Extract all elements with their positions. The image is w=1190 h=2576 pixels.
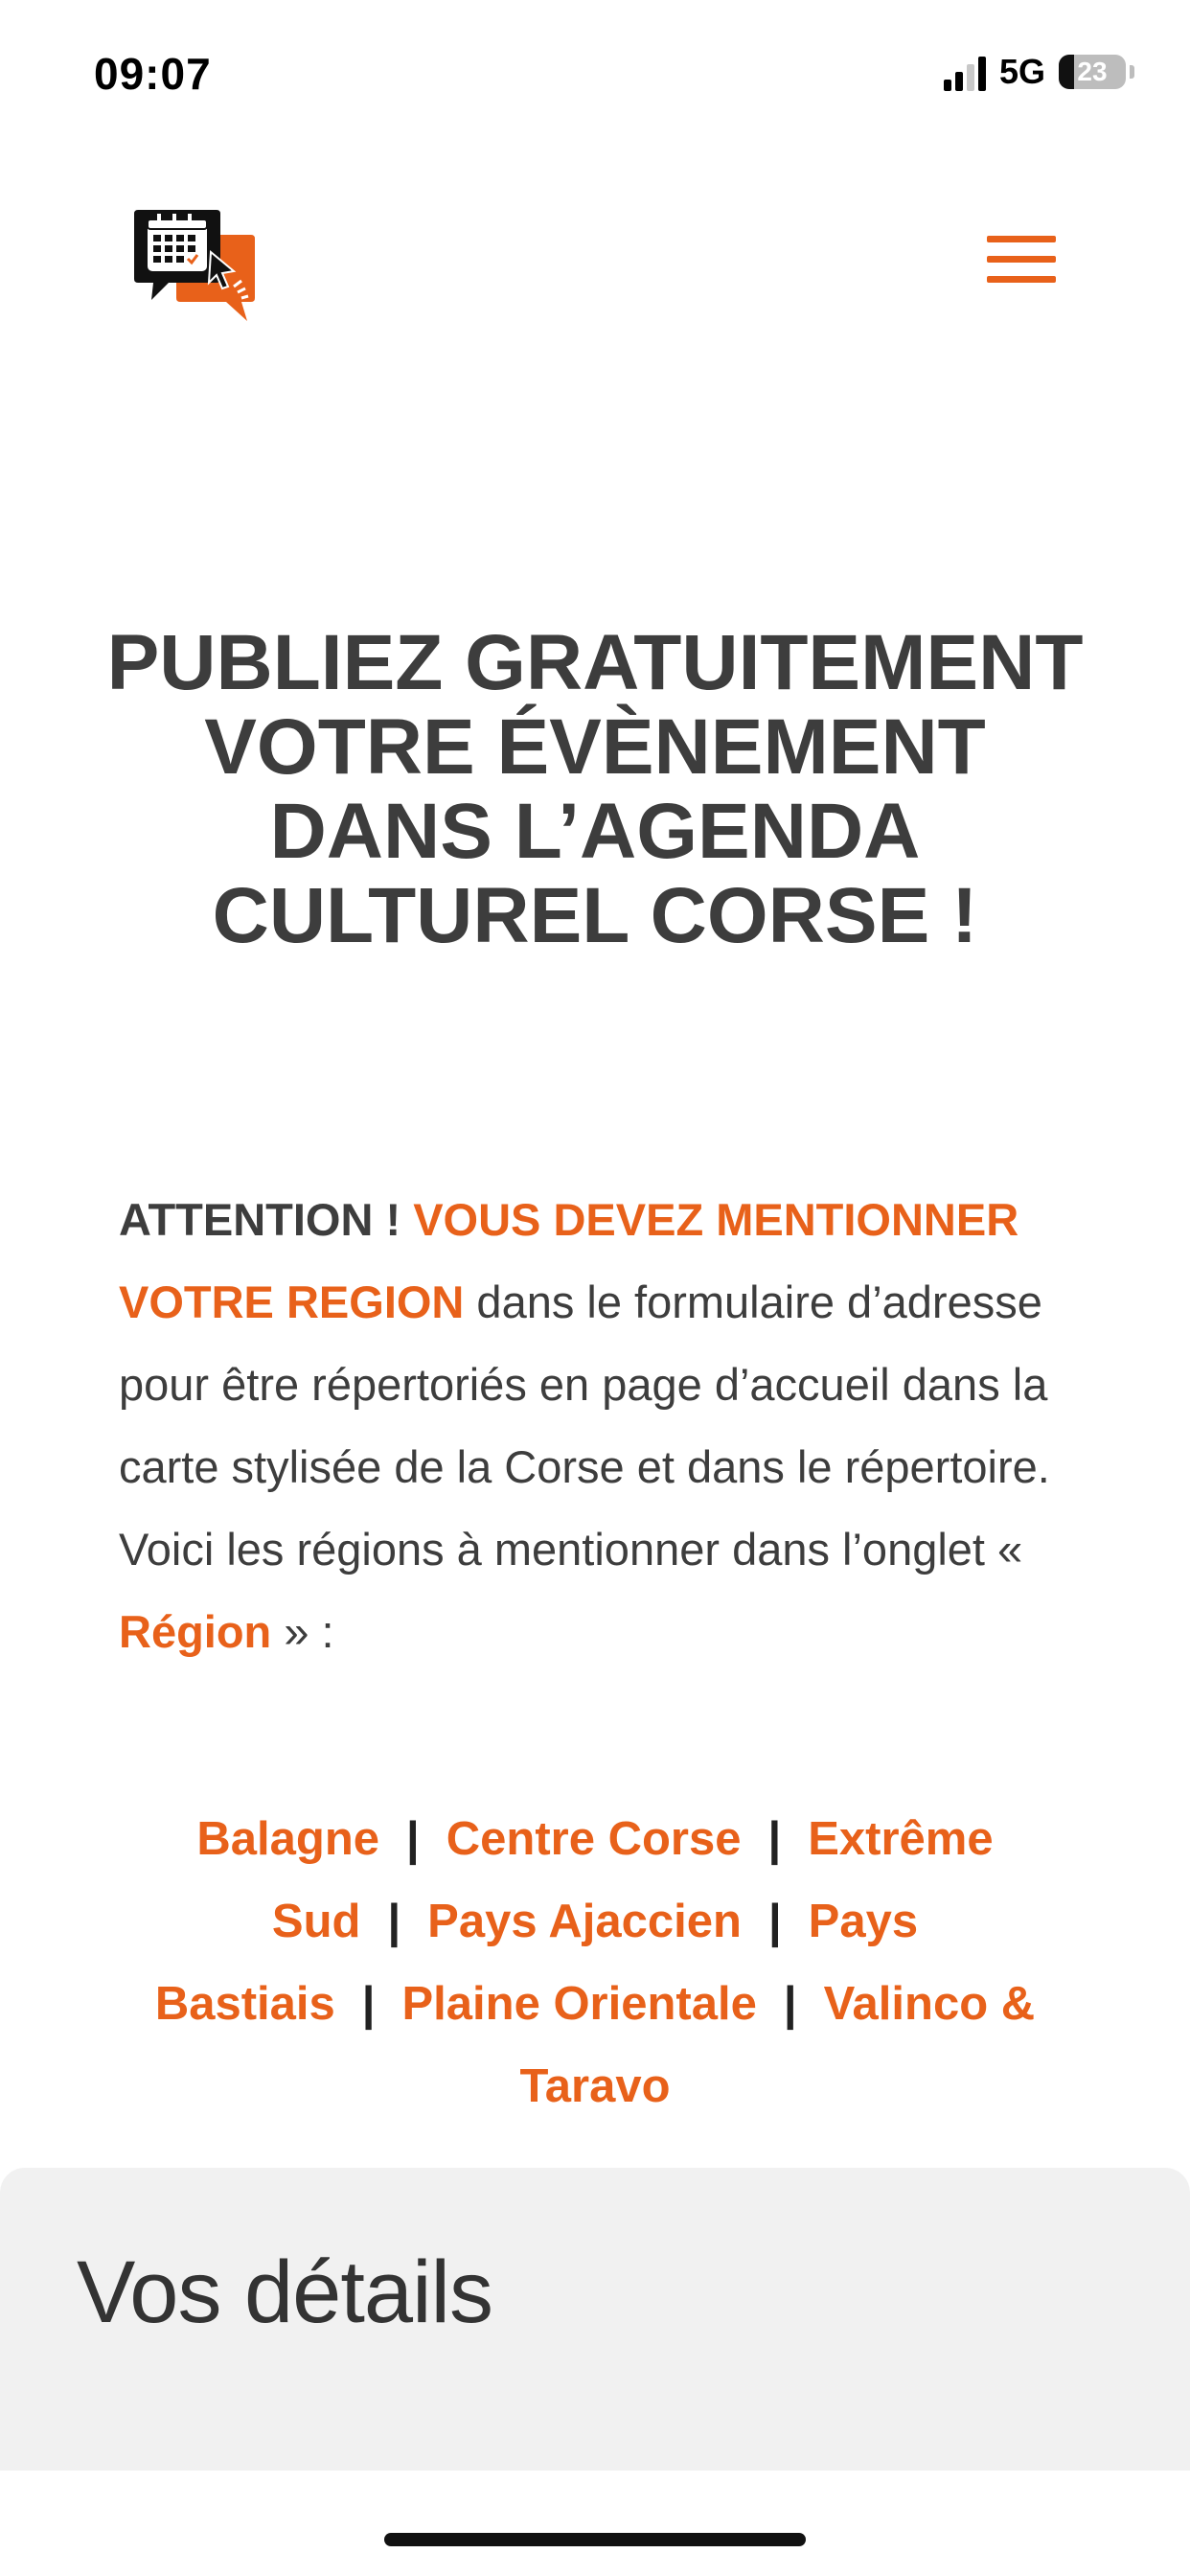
calendar-chat-logo-icon (134, 210, 255, 321)
region-list: Balagne | Centre Corse | Extrême Sud | Pays Aj… (119, 1798, 1071, 2128)
signal-strength-icon (943, 53, 986, 91)
separator: | (361, 1978, 376, 2030)
hamburger-menu-icon[interactable] (987, 236, 1056, 289)
battery-icon: 23 (1059, 55, 1126, 89)
battery-tip (1130, 65, 1134, 79)
region-link-centre-corse[interactable]: Centre Corse (446, 1813, 742, 1865)
region-link-pays-ajaccien[interactable]: Pays Ajaccien (427, 1896, 742, 1947)
separator: | (783, 1978, 797, 2030)
attention-label: ATTENTION ! (119, 1194, 414, 1245)
status-indicators: 5G 23 (943, 52, 1134, 92)
battery-fill (1059, 55, 1075, 89)
notice-text-2: » : (271, 1606, 334, 1657)
region-link-plaine-orientale[interactable]: Plaine Orientale (401, 1978, 756, 2030)
separator: | (767, 1896, 782, 1947)
menu-bar-middle (987, 256, 1056, 263)
details-title: Vos détails (77, 2243, 493, 2341)
menu-bar-top (987, 236, 1056, 242)
site-logo[interactable] (134, 206, 259, 326)
separator: | (767, 1813, 782, 1865)
home-indicator[interactable] (384, 2533, 806, 2546)
battery-level: 23 (1077, 57, 1108, 86)
status-bar: 09:07 5G 23 (0, 0, 1190, 144)
menu-bar-bottom (987, 276, 1056, 283)
region-notice: ATTENTION ! VOUS DEVEZ MENTIONNER VOTRE … (119, 1179, 1077, 1673)
status-time: 09:07 (94, 49, 212, 99)
separator: | (406, 1813, 420, 1865)
region-link-balagne[interactable]: Balagne (196, 1813, 379, 1865)
separator: | (387, 1896, 401, 1947)
region-word: Région (119, 1606, 272, 1657)
network-type: 5G (998, 52, 1045, 91)
page-title: PUBLIEZ GRATUITEMENT VOTRE ÉVÈNEMENT DAN… (106, 619, 1084, 959)
